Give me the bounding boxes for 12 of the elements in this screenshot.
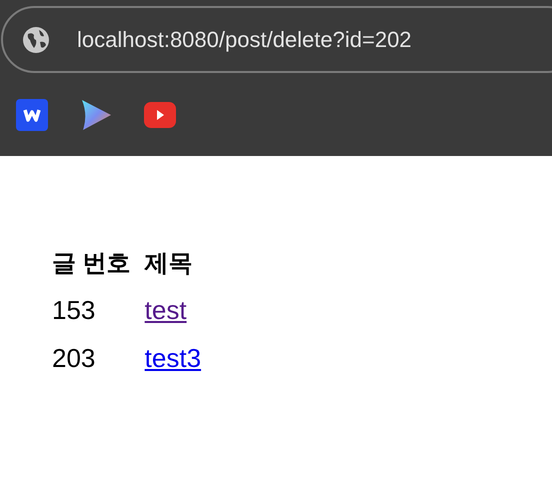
post-number: 153 [52,294,96,324]
globe-icon [22,26,50,54]
address-bar[interactable]: localhost:8080/post/delete?id=202 [1,6,552,73]
post-title-link[interactable]: test3 [144,342,202,372]
play-triangle-icon[interactable] [80,99,112,131]
column-header: 제목 [144,249,194,279]
url-text: localhost:8080/post/delete?id=202 [77,26,412,54]
column-header: 글 번호 [52,249,132,279]
post-number: 203 [52,342,96,372]
video-play-icon[interactable] [144,102,176,128]
bookmark-icon[interactable] [16,99,48,131]
post-title-link[interactable]: test [144,294,187,324]
